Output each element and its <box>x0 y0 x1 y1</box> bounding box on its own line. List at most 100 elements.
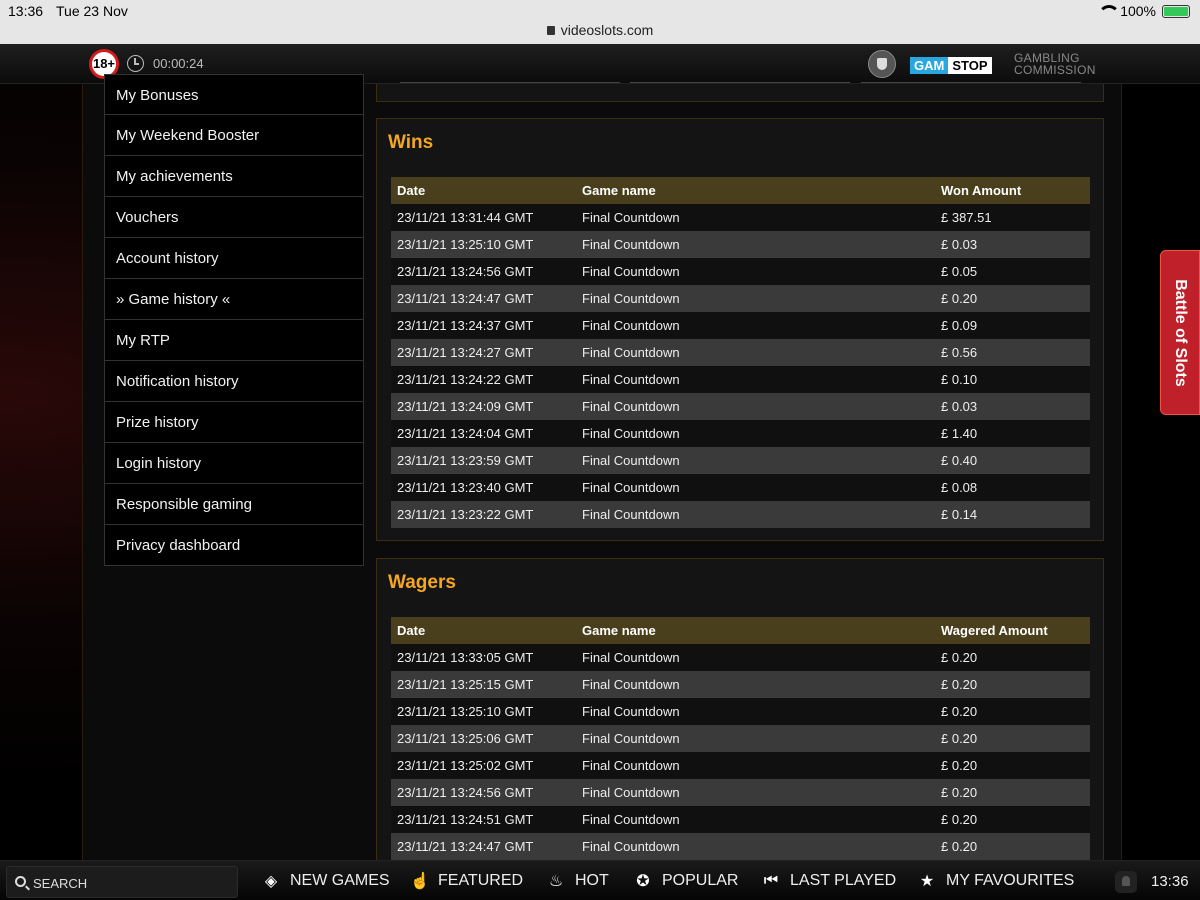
wins-table-row: 23/11/21 13:24:09 GMT Final Countdown £ 0.… <box>391 393 1090 420</box>
date-cell: 23/11/21 13:23:22 GMT <box>397 507 534 522</box>
wins-table-row: 23/11/21 13:24:22 GMT Final Countdown £ 0.… <box>391 366 1090 393</box>
bottom-clock: 13:36 <box>1151 873 1189 890</box>
game-name-cell: Final Countdown <box>582 210 680 225</box>
wins-table: Date Game name Won Amount 23/11/21 13:31:44… <box>391 177 1090 528</box>
game-name-cell: Final Countdown <box>582 758 680 773</box>
date-cell: 23/11/21 13:24:09 GMT <box>397 399 534 414</box>
column-header[interactable]: Date <box>391 177 582 204</box>
wagers-table: Date Game name Wagered Amount 23/11/21 13:3… <box>391 617 1090 860</box>
menu-item-account-history[interactable]: Account history <box>104 238 364 279</box>
search-button[interactable]: SEARCH <box>6 866 238 898</box>
date-cell: 23/11/21 13:23:59 GMT <box>397 453 534 468</box>
wins-panel: Wins Date Game name Won Amount 23/11/21 13:… <box>376 118 1104 541</box>
notification-bell-icon[interactable] <box>1115 871 1137 893</box>
wins-table-header: Date Game name Won Amount <box>391 177 1090 204</box>
wagers-panel: Wagers Date Game name Wagered Amount 23/11/… <box>376 558 1104 878</box>
menu-item-vouchers[interactable]: Vouchers <box>104 197 364 238</box>
date-cell: 23/11/21 13:25:06 GMT <box>397 731 534 746</box>
wins-table-row: 23/11/21 13:24:56 GMT Final Countdown £ 0.… <box>391 258 1090 285</box>
ios-status-right: 100% <box>1098 3 1190 19</box>
nav-popular[interactable]: ✪ POPULAR <box>634 861 738 900</box>
menu-item-my-bonuses[interactable]: My Bonuses <box>104 74 364 115</box>
wins-table-row: 23/11/21 13:25:10 GMT Final Countdown £ 0.… <box>391 231 1090 258</box>
date-cell: 23/11/21 13:24:37 GMT <box>397 318 534 333</box>
game-name-cell: Final Countdown <box>582 426 680 441</box>
flame-icon: ♨ <box>548 873 564 890</box>
amount-cell: £ 1.40 <box>941 426 978 441</box>
input-stub <box>630 82 850 83</box>
amount-cell: £ 0.40 <box>941 453 978 468</box>
date-cell: 23/11/21 13:24:47 GMT <box>397 839 534 854</box>
search-icon <box>15 876 26 887</box>
date-cell: 23/11/21 13:25:10 GMT <box>397 237 534 252</box>
amount-cell: £ 0.20 <box>941 677 978 692</box>
column-header[interactable]: Date <box>391 617 582 644</box>
battery-icon <box>1162 4 1190 18</box>
shield-icon[interactable] <box>868 50 896 78</box>
menu-item-weekend-booster[interactable]: My Weekend Booster <box>104 115 364 156</box>
wins-table-row: 23/11/21 13:23:22 GMT Final Countdown £ 0.… <box>391 501 1090 528</box>
date-cell: 23/11/21 13:24:22 GMT <box>397 372 534 387</box>
game-name-cell: Final Countdown <box>582 372 680 387</box>
game-name-cell: Final Countdown <box>582 345 680 360</box>
amount-cell: £ 387.51 <box>941 210 992 225</box>
amount-cell: £ 0.56 <box>941 345 978 360</box>
wins-table-row: 23/11/21 13:24:47 GMT Final Countdown £ 0.… <box>391 285 1090 312</box>
nav-my-favourites-label: MY FAVOURITES <box>946 872 1075 889</box>
lock-icon <box>546 26 555 35</box>
clock-icon <box>127 55 144 72</box>
wagers-table-row: 23/11/21 13:24:56 GMT Final Countdown £ 0.… <box>391 779 1090 806</box>
date-cell: 23/11/21 13:33:05 GMT <box>397 650 534 665</box>
star-icon: ★ <box>919 873 935 890</box>
column-header[interactable]: Won Amount <box>941 177 1090 204</box>
date-cell: 23/11/21 13:25:02 GMT <box>397 758 534 773</box>
gamstop-logo[interactable]: GAM STOP <box>910 57 992 74</box>
nav-featured[interactable]: ☝ FEATURED <box>410 861 523 900</box>
session-timer: 00:00:24 <box>153 56 204 71</box>
gambling-commission-logo[interactable]: GAMBLING COMMISSION <box>1014 52 1096 76</box>
nav-hot[interactable]: ♨ HOT <box>547 861 609 900</box>
date-cell: 23/11/21 13:25:10 GMT <box>397 704 534 719</box>
menu-item-game-history[interactable]: » Game history « <box>104 279 364 320</box>
thumbs-up-icon: ☝ <box>410 873 430 890</box>
nav-my-favourites[interactable]: ★ MY FAVOURITES <box>918 861 1075 900</box>
game-name-cell: Final Countdown <box>582 507 680 522</box>
game-name-cell: Final Countdown <box>582 677 680 692</box>
nav-featured-label: FEATURED <box>438 872 524 889</box>
amount-cell: £ 0.05 <box>941 264 978 279</box>
battle-of-slots-tab[interactable]: Battle of Slots <box>1160 250 1200 415</box>
address-bar[interactable]: videoslots.com <box>0 22 1200 38</box>
nav-new-games[interactable]: ◈ NEW GAMES <box>262 861 390 900</box>
nav-last-played[interactable]: ⏮ LAST PLAYED <box>762 861 896 900</box>
game-name-cell: Final Countdown <box>582 731 680 746</box>
amount-cell: £ 0.14 <box>941 507 978 522</box>
menu-item-responsible-gaming[interactable]: Responsible gaming <box>104 484 364 525</box>
date-cell: 23/11/21 13:23:40 GMT <box>397 480 534 495</box>
amount-cell: £ 0.10 <box>941 372 978 387</box>
nav-hot-label: HOT <box>575 872 609 889</box>
menu-item-privacy-dashboard[interactable]: Privacy dashboard <box>104 525 364 566</box>
column-header[interactable]: Game name <box>582 617 941 644</box>
menu-item-notification-history[interactable]: Notification history <box>104 361 364 402</box>
menu-item-login-history[interactable]: Login history <box>104 443 364 484</box>
wagers-table-row: 23/11/21 13:25:10 GMT Final Countdown £ 0.… <box>391 698 1090 725</box>
wins-table-row: 23/11/21 13:24:37 GMT Final Countdown £ 0.… <box>391 312 1090 339</box>
menu-item-my-rtp[interactable]: My RTP <box>104 320 364 361</box>
gamstop-logo-a: GAM <box>910 57 949 74</box>
date-cell: 23/11/21 13:24:51 GMT <box>397 812 534 827</box>
column-header[interactable]: Wagered Amount <box>941 617 1090 644</box>
column-header[interactable]: Game name <box>582 177 941 204</box>
wins-table-row: 23/11/21 13:24:04 GMT Final Countdown £ 1.… <box>391 420 1090 447</box>
amount-cell: £ 0.20 <box>941 839 978 854</box>
battery-percent: 100% <box>1120 3 1156 19</box>
menu-item-achievements[interactable]: My achievements <box>104 156 364 197</box>
date-cell: 23/11/21 13:24:27 GMT <box>397 345 534 360</box>
wagers-table-row: 23/11/21 13:25:06 GMT Final Countdown £ 0.… <box>391 725 1090 752</box>
input-stub <box>861 82 1081 83</box>
menu-item-prize-history[interactable]: Prize history <box>104 402 364 443</box>
star-bubble-icon: ✪ <box>636 873 650 890</box>
date-cell: 23/11/21 13:24:56 GMT <box>397 785 534 800</box>
wifi-icon <box>1098 5 1121 17</box>
game-name-cell: Final Countdown <box>582 704 680 719</box>
ios-status-bar: 13:36 Tue 23 Nov videoslots.com 100% <box>0 0 1200 44</box>
